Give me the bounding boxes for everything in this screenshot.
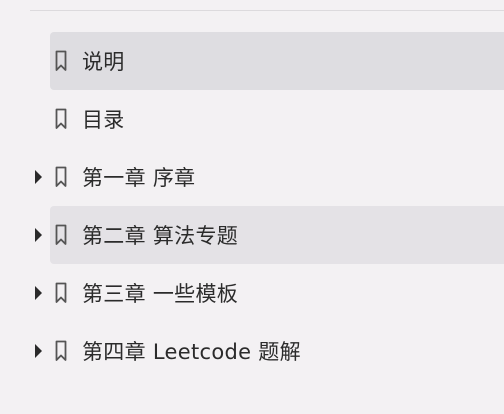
bookmark-icon — [55, 282, 67, 304]
outline-list: 说明 目录 第一章 序章 第二章 算法专题 第三章 一些模板 第四章 Leetc — [0, 32, 504, 380]
outline-item-chapter-4[interactable]: 第四章 Leetcode 题解 — [0, 322, 504, 380]
bookmark-icon — [55, 340, 67, 362]
bookmark-icon — [55, 108, 67, 130]
outline-item-chapter-2[interactable]: 第二章 算法专题 — [0, 206, 504, 264]
bookmark-icon — [55, 50, 67, 72]
outline-item-label: 目录 — [82, 108, 125, 132]
outline-item-label: 第一章 序章 — [82, 166, 196, 190]
outline-item-mulu[interactable]: 目录 — [0, 90, 504, 148]
outline-item-label: 第三章 一些模板 — [82, 282, 239, 306]
bookmark-icon — [55, 166, 67, 188]
caret-right-icon[interactable] — [35, 228, 42, 242]
outline-item-chapter-3[interactable]: 第三章 一些模板 — [0, 264, 504, 322]
outline-item-chapter-1[interactable]: 第一章 序章 — [0, 148, 504, 206]
outline-item-label: 第二章 算法专题 — [82, 224, 239, 248]
top-divider — [30, 10, 504, 11]
caret-right-icon[interactable] — [35, 286, 42, 300]
caret-right-icon[interactable] — [35, 344, 42, 358]
outline-item-shuoming[interactable]: 说明 — [0, 32, 504, 90]
caret-right-icon[interactable] — [35, 170, 42, 184]
bookmark-icon — [55, 224, 67, 246]
outline-item-label: 第四章 Leetcode 题解 — [82, 340, 301, 364]
outline-item-label: 说明 — [82, 50, 125, 74]
